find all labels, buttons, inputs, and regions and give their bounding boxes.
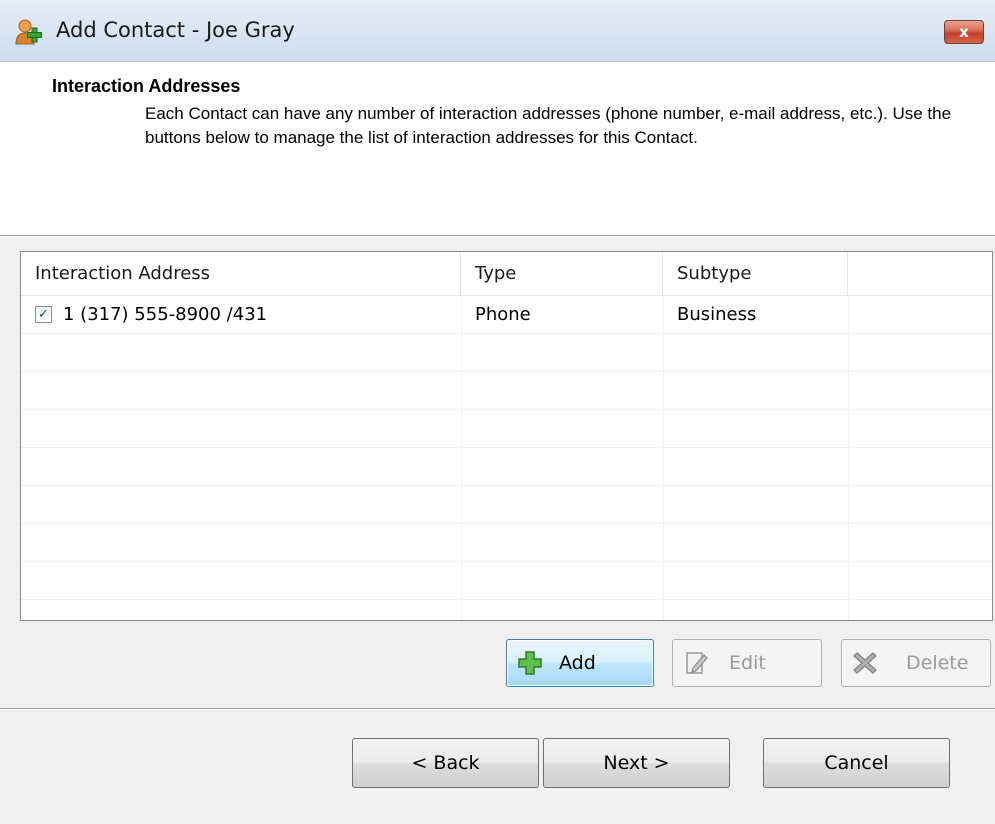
add-button[interactable]: Add — [506, 639, 654, 687]
column-header-type[interactable]: Type — [461, 252, 663, 296]
delete-x-icon — [853, 652, 877, 674]
window-title: Add Contact - Joe Gray — [56, 18, 295, 42]
interaction-address-list[interactable]: Interaction Address Type Subtype ✓ 1 (31… — [20, 251, 993, 621]
cancel-button-label: Cancel — [824, 752, 889, 774]
back-button-label: < Back — [411, 752, 480, 774]
empty-row — [21, 562, 992, 600]
footer-divider — [0, 708, 995, 710]
empty-row — [21, 334, 992, 372]
delete-button-label: Delete — [906, 652, 969, 674]
page-title: Interaction Addresses — [52, 76, 241, 96]
back-button[interactable]: < Back — [352, 738, 539, 788]
list-header: Interaction Address Type Subtype — [21, 252, 992, 296]
subtype-cell: Business — [677, 304, 757, 325]
empty-row — [21, 372, 992, 410]
address-cell: 1 (317) 555-8900 /431 — [63, 304, 268, 325]
close-button[interactable]: x — [944, 20, 984, 44]
add-contact-dialog: Add Contact - Joe Gray x Interaction Add… — [0, 0, 995, 824]
add-button-label: Add — [559, 652, 596, 674]
page-description: Each Contact can have any number of inte… — [145, 104, 952, 147]
empty-row — [21, 448, 992, 486]
plus-icon — [518, 651, 542, 675]
add-contact-icon — [15, 19, 42, 45]
table-row[interactable]: ✓ 1 (317) 555-8900 /431 Phone Business — [21, 296, 992, 334]
row-checkbox[interactable]: ✓ — [35, 306, 52, 323]
empty-row — [21, 486, 992, 524]
next-button-label: Next > — [603, 752, 670, 774]
wizard-header: Interaction Addresses Each Contact can h… — [0, 62, 995, 236]
next-button[interactable]: Next > — [543, 738, 730, 788]
column-header-interaction-address[interactable]: Interaction Address — [21, 252, 461, 296]
close-icon: x — [959, 23, 969, 41]
delete-button[interactable]: Delete — [841, 639, 991, 687]
title-bar: Add Contact - Joe Gray x — [0, 0, 995, 62]
empty-row — [21, 524, 992, 562]
type-cell: Phone — [475, 304, 531, 325]
column-header-subtype[interactable]: Subtype — [663, 252, 848, 296]
edit-button-label: Edit — [729, 652, 766, 674]
header-divider — [0, 235, 995, 237]
empty-row — [21, 410, 992, 448]
cancel-button[interactable]: Cancel — [763, 738, 950, 788]
edit-button[interactable]: Edit — [672, 639, 822, 687]
edit-icon — [686, 652, 708, 674]
